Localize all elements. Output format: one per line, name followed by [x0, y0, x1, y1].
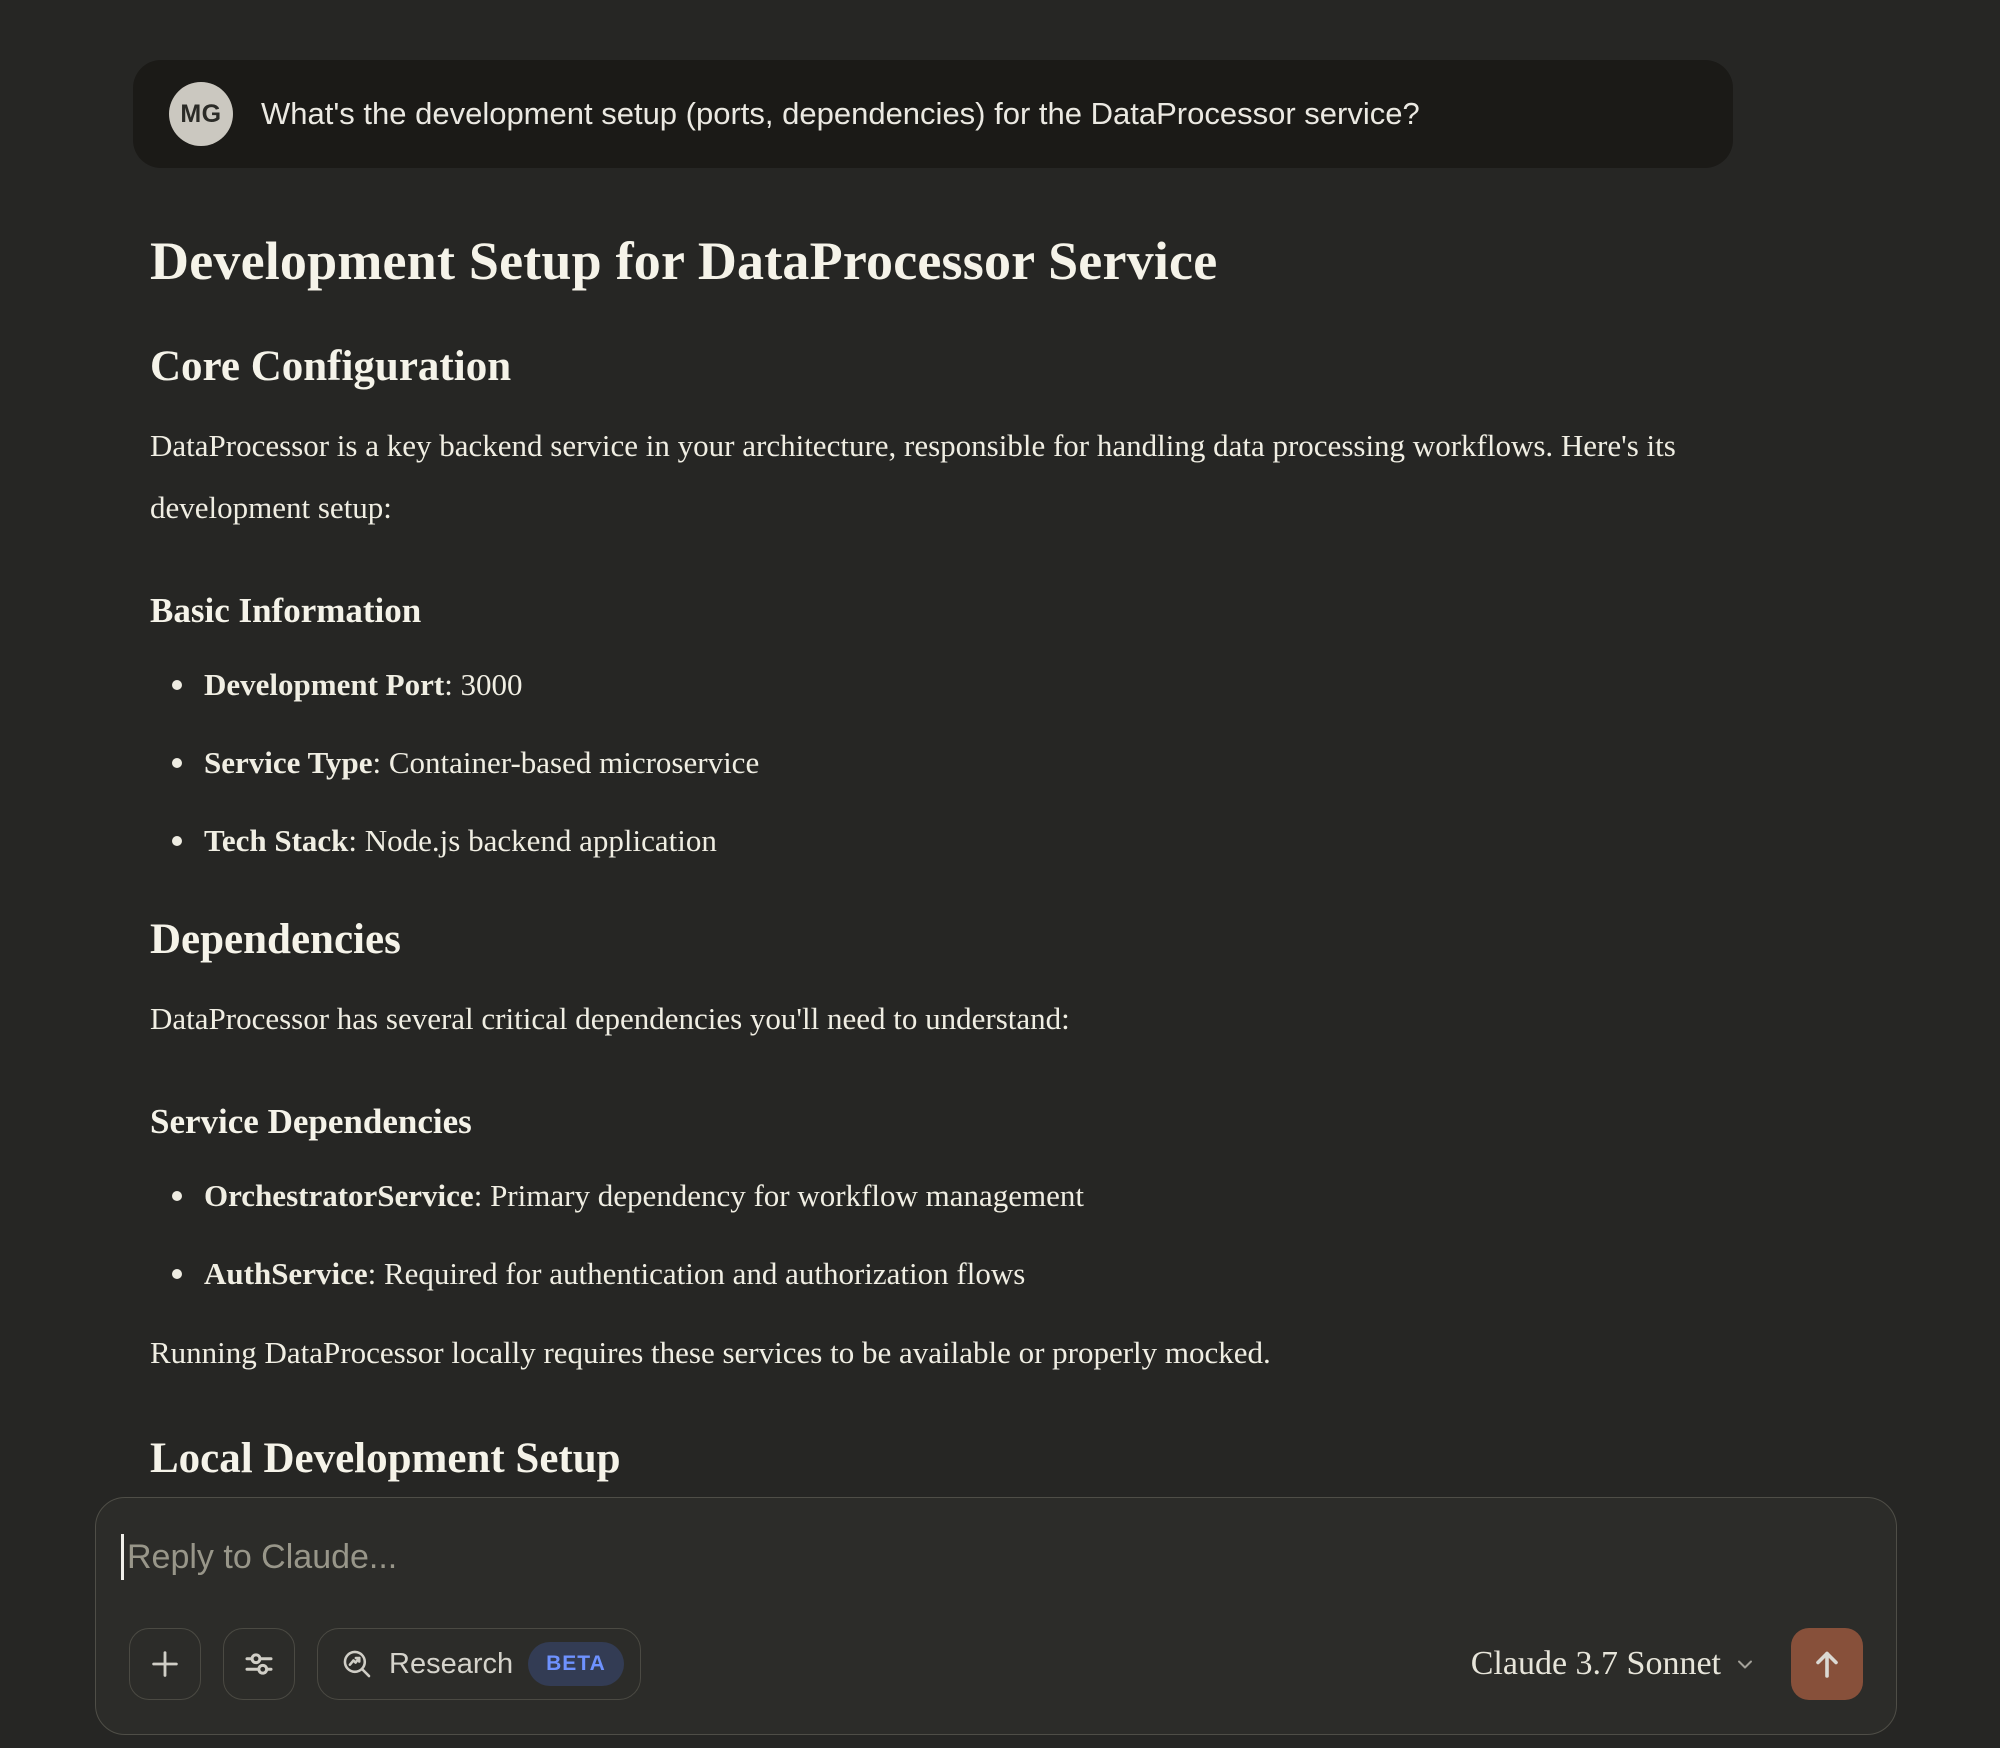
basic-information-list: Development Port: 3000 Service Type: Con…	[150, 661, 1730, 865]
service-dependencies-list: OrchestratorService: Primary dependency …	[150, 1172, 1730, 1298]
list-item-desc: : Node.js backend application	[348, 823, 716, 858]
reply-input[interactable]: Reply to Claude...	[96, 1498, 1896, 1580]
list-item: OrchestratorService: Primary dependency …	[204, 1172, 1730, 1220]
arrow-up-icon	[1809, 1646, 1845, 1682]
avatar-initials: MG	[180, 100, 221, 129]
attach-button[interactable]	[129, 1628, 201, 1700]
research-button-label: Research	[389, 1648, 513, 1681]
plus-icon	[148, 1647, 182, 1681]
assistant-response: Development Setup for DataProcessor Serv…	[150, 168, 1730, 1483]
composer-toolbar: Research BETA Claude 3.7 Sonnet	[129, 1628, 1863, 1700]
sliders-icon	[241, 1646, 277, 1682]
tools-button[interactable]	[223, 1628, 295, 1700]
response-title: Development Setup for DataProcessor Serv…	[150, 230, 1730, 292]
local-development-setup-heading: Local Development Setup	[150, 1434, 1730, 1483]
user-message-text: What's the development setup (ports, dep…	[261, 94, 1420, 134]
dependencies-intro-paragraph: DataProcessor has several critical depen…	[150, 988, 1730, 1050]
list-item-desc: : Container-based microservice	[372, 745, 759, 780]
list-item: Development Port: 3000	[204, 661, 1730, 709]
chevron-down-icon	[1733, 1652, 1757, 1676]
magnifier-trend-icon	[340, 1647, 374, 1681]
list-item-term: Tech Stack	[204, 823, 348, 858]
dependencies-note-paragraph: Running DataProcessor locally requires t…	[150, 1322, 1730, 1384]
research-button[interactable]: Research BETA	[317, 1628, 641, 1700]
core-configuration-heading: Core Configuration	[150, 342, 1730, 391]
basic-information-heading: Basic Information	[150, 591, 1730, 631]
composer-left-tools: Research BETA	[129, 1628, 641, 1700]
list-item-term: OrchestratorService	[204, 1178, 474, 1213]
composer-right-tools: Claude 3.7 Sonnet	[1471, 1628, 1863, 1700]
text-cursor	[121, 1534, 124, 1580]
user-avatar: MG	[169, 82, 233, 146]
list-item: AuthService: Required for authentication…	[204, 1250, 1730, 1298]
list-item-desc: : Primary dependency for workflow manage…	[474, 1178, 1084, 1213]
list-item-term: AuthService	[204, 1256, 368, 1291]
list-item: Service Type: Container-based microservi…	[204, 739, 1730, 787]
list-item-desc: : Required for authentication and author…	[368, 1256, 1026, 1291]
model-selector[interactable]: Claude 3.7 Sonnet	[1471, 1645, 1757, 1683]
list-item-term: Development Port	[204, 667, 444, 702]
list-item-term: Service Type	[204, 745, 372, 780]
core-intro-paragraph: DataProcessor is a key backend service i…	[150, 415, 1730, 539]
claude-chat-page: { "user_message": { "avatar_initials": "…	[0, 0, 2000, 1748]
send-button[interactable]	[1791, 1628, 1863, 1700]
list-item: Tech Stack: Node.js backend application	[204, 817, 1730, 865]
service-dependencies-heading: Service Dependencies	[150, 1102, 1730, 1142]
beta-badge: BETA	[528, 1642, 624, 1686]
model-selector-label: Claude 3.7 Sonnet	[1471, 1645, 1721, 1683]
list-item-desc: : 3000	[444, 667, 522, 702]
user-message-bubble: MG What's the development setup (ports, …	[133, 60, 1733, 168]
reply-composer: Reply to Claude...	[95, 1497, 1897, 1735]
reply-placeholder: Reply to Claude...	[127, 1538, 397, 1577]
dependencies-heading: Dependencies	[150, 915, 1730, 964]
